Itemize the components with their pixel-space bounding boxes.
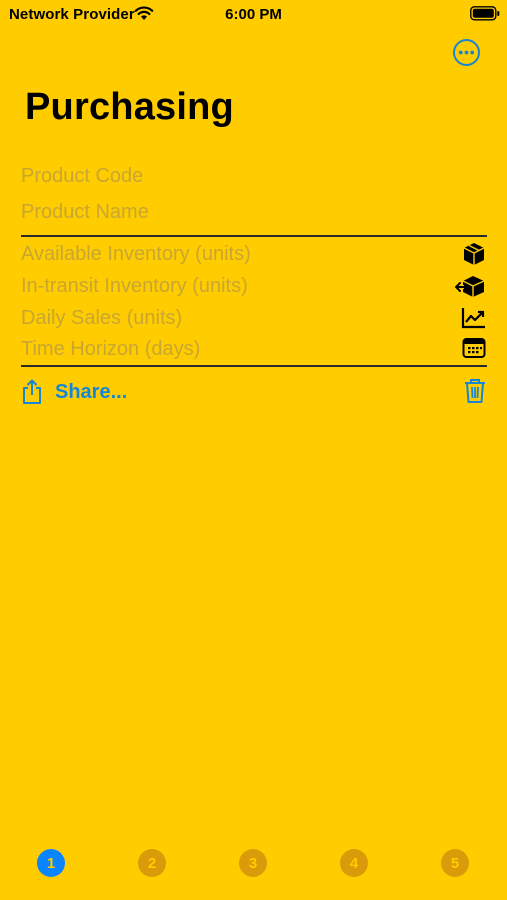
tab-3-label: 3 — [248, 854, 258, 872]
available-inventory-input[interactable] — [21, 240, 441, 268]
daily-sales-input[interactable] — [21, 304, 441, 332]
trash-icon[interactable] — [463, 377, 487, 405]
tab-1[interactable]: 1 — [37, 849, 65, 877]
status-bar: Network Provider 6:00 PM — [0, 0, 507, 28]
time-horizon-input[interactable] — [21, 335, 441, 363]
tab-bar: 1 2 3 4 5 — [0, 844, 507, 884]
tab-2-label: 2 — [147, 854, 157, 872]
share-label: Share... — [55, 380, 128, 403]
in-transit-inventory-input[interactable] — [21, 272, 441, 300]
product-code-input[interactable] — [21, 162, 441, 190]
tab-2[interactable]: 2 — [138, 849, 166, 877]
tab-4[interactable]: 4 — [340, 849, 368, 877]
shipping-box-arrow-icon — [455, 276, 485, 297]
section-divider-bottom — [21, 365, 487, 367]
section-divider-top — [21, 235, 487, 237]
cube-box-icon — [463, 243, 485, 265]
tab-1-label: 1 — [46, 854, 56, 872]
share-icon — [23, 379, 41, 404]
tab-4-label: 4 — [349, 854, 359, 872]
chart-line-up-icon — [461, 308, 485, 329]
page-title: Purchasing — [25, 86, 234, 128]
more-options-icon[interactable] — [452, 38, 481, 67]
calendar-icon — [462, 338, 486, 358]
tab-5-label: 5 — [450, 854, 460, 872]
status-time: 6:00 PM — [225, 6, 282, 23]
product-name-input[interactable] — [21, 198, 441, 226]
tab-3[interactable]: 3 — [239, 849, 267, 877]
tab-5[interactable]: 5 — [441, 849, 469, 877]
share-button[interactable]: Share... — [21, 377, 161, 407]
battery-icon — [470, 6, 500, 21]
